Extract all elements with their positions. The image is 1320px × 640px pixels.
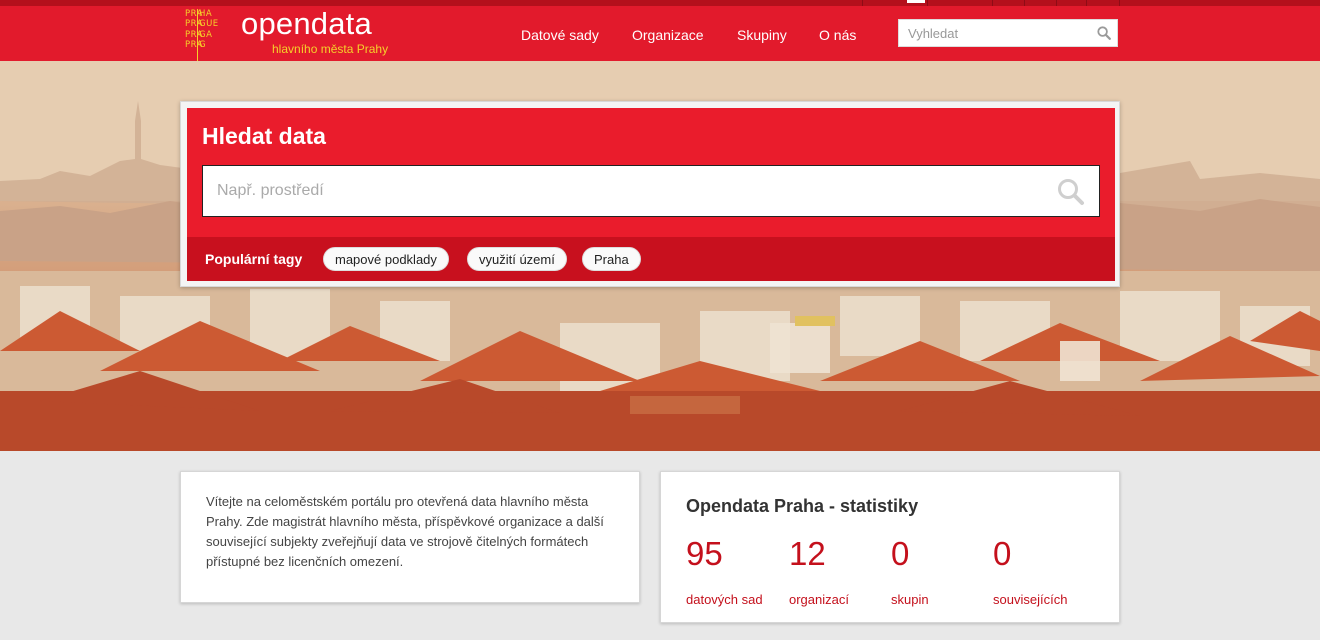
stat-value: 0	[891, 535, 910, 572]
search-icon[interactable]	[1097, 26, 1111, 40]
main-search-input[interactable]	[203, 166, 1043, 216]
stat-organizations[interactable]: 12 organizací	[789, 534, 849, 607]
tag-praha[interactable]: Praha	[582, 247, 641, 271]
stat-label: souvisejících	[993, 592, 1068, 607]
flag-icon	[907, 0, 925, 3]
stat-value: 95	[686, 535, 723, 572]
search-card: Hledat data Populární tagy mapové podkla…	[180, 101, 1120, 287]
nav-datove-sady[interactable]: Datové sady	[521, 27, 599, 43]
stat-label: datových sad	[686, 592, 763, 607]
popular-tags-label: Populární tagy	[205, 251, 303, 267]
site-header: PRA HA PRA GUE PRA GA PRA G opendata hlavníh…	[0, 6, 1320, 61]
stat-related[interactable]: 0 souvisejících	[993, 534, 1067, 607]
prague-logo-mark[interactable]: PRA HA PRA GUE PRA GA PRA G	[185, 9, 233, 61]
logo-divider	[197, 9, 198, 61]
content-area: Vítejte na celoměstském portálu pro otev…	[0, 451, 1320, 640]
header-search-input[interactable]	[899, 20, 1089, 46]
hero-banner: Hledat data Populární tagy mapové podkla…	[0, 61, 1320, 451]
main-search-box	[202, 165, 1100, 217]
tag-vyuziti-uzemi[interactable]: využití území	[467, 247, 567, 271]
header-search	[898, 19, 1118, 47]
stats-card: Opendata Praha - statistiky 95 datových …	[660, 471, 1120, 623]
logo-mark-text: GA	[199, 29, 213, 40]
logo-mark-text: HA	[199, 9, 213, 19]
stat-value: 12	[789, 535, 826, 572]
welcome-text: Vítejte na celoměstském portálu pro otev…	[206, 494, 604, 569]
stat-label: organizací	[789, 592, 849, 607]
search-panel: Hledat data Populární tagy mapové podkla…	[187, 108, 1115, 281]
stat-label: skupin	[891, 592, 929, 607]
nav-skupiny[interactable]: Skupiny	[737, 27, 787, 43]
stats-title: Opendata Praha - statistiky	[686, 496, 919, 516]
logo-subtitle[interactable]: hlavního města Prahy	[272, 42, 388, 56]
stat-groups[interactable]: 0 skupin	[891, 534, 929, 607]
tag-mapove-podklady[interactable]: mapové podklady	[323, 247, 449, 271]
search-icon[interactable]	[1057, 178, 1085, 206]
logo-title[interactable]: opendata	[241, 6, 372, 42]
logo-mark-text: G	[199, 39, 207, 50]
search-title: Hledat data	[202, 123, 326, 149]
stat-value: 0	[993, 535, 1012, 572]
popular-tags-bar: Populární tagy mapové podklady využití ú…	[187, 237, 1115, 281]
nav-o-nas[interactable]: O nás	[819, 27, 856, 43]
stat-datasets[interactable]: 95 datových sad	[686, 534, 763, 607]
logo-mark-text: GUE	[199, 19, 219, 30]
nav-organizace[interactable]: Organizace	[632, 27, 704, 43]
welcome-card: Vítejte na celoměstském portálu pro otev…	[180, 471, 640, 603]
